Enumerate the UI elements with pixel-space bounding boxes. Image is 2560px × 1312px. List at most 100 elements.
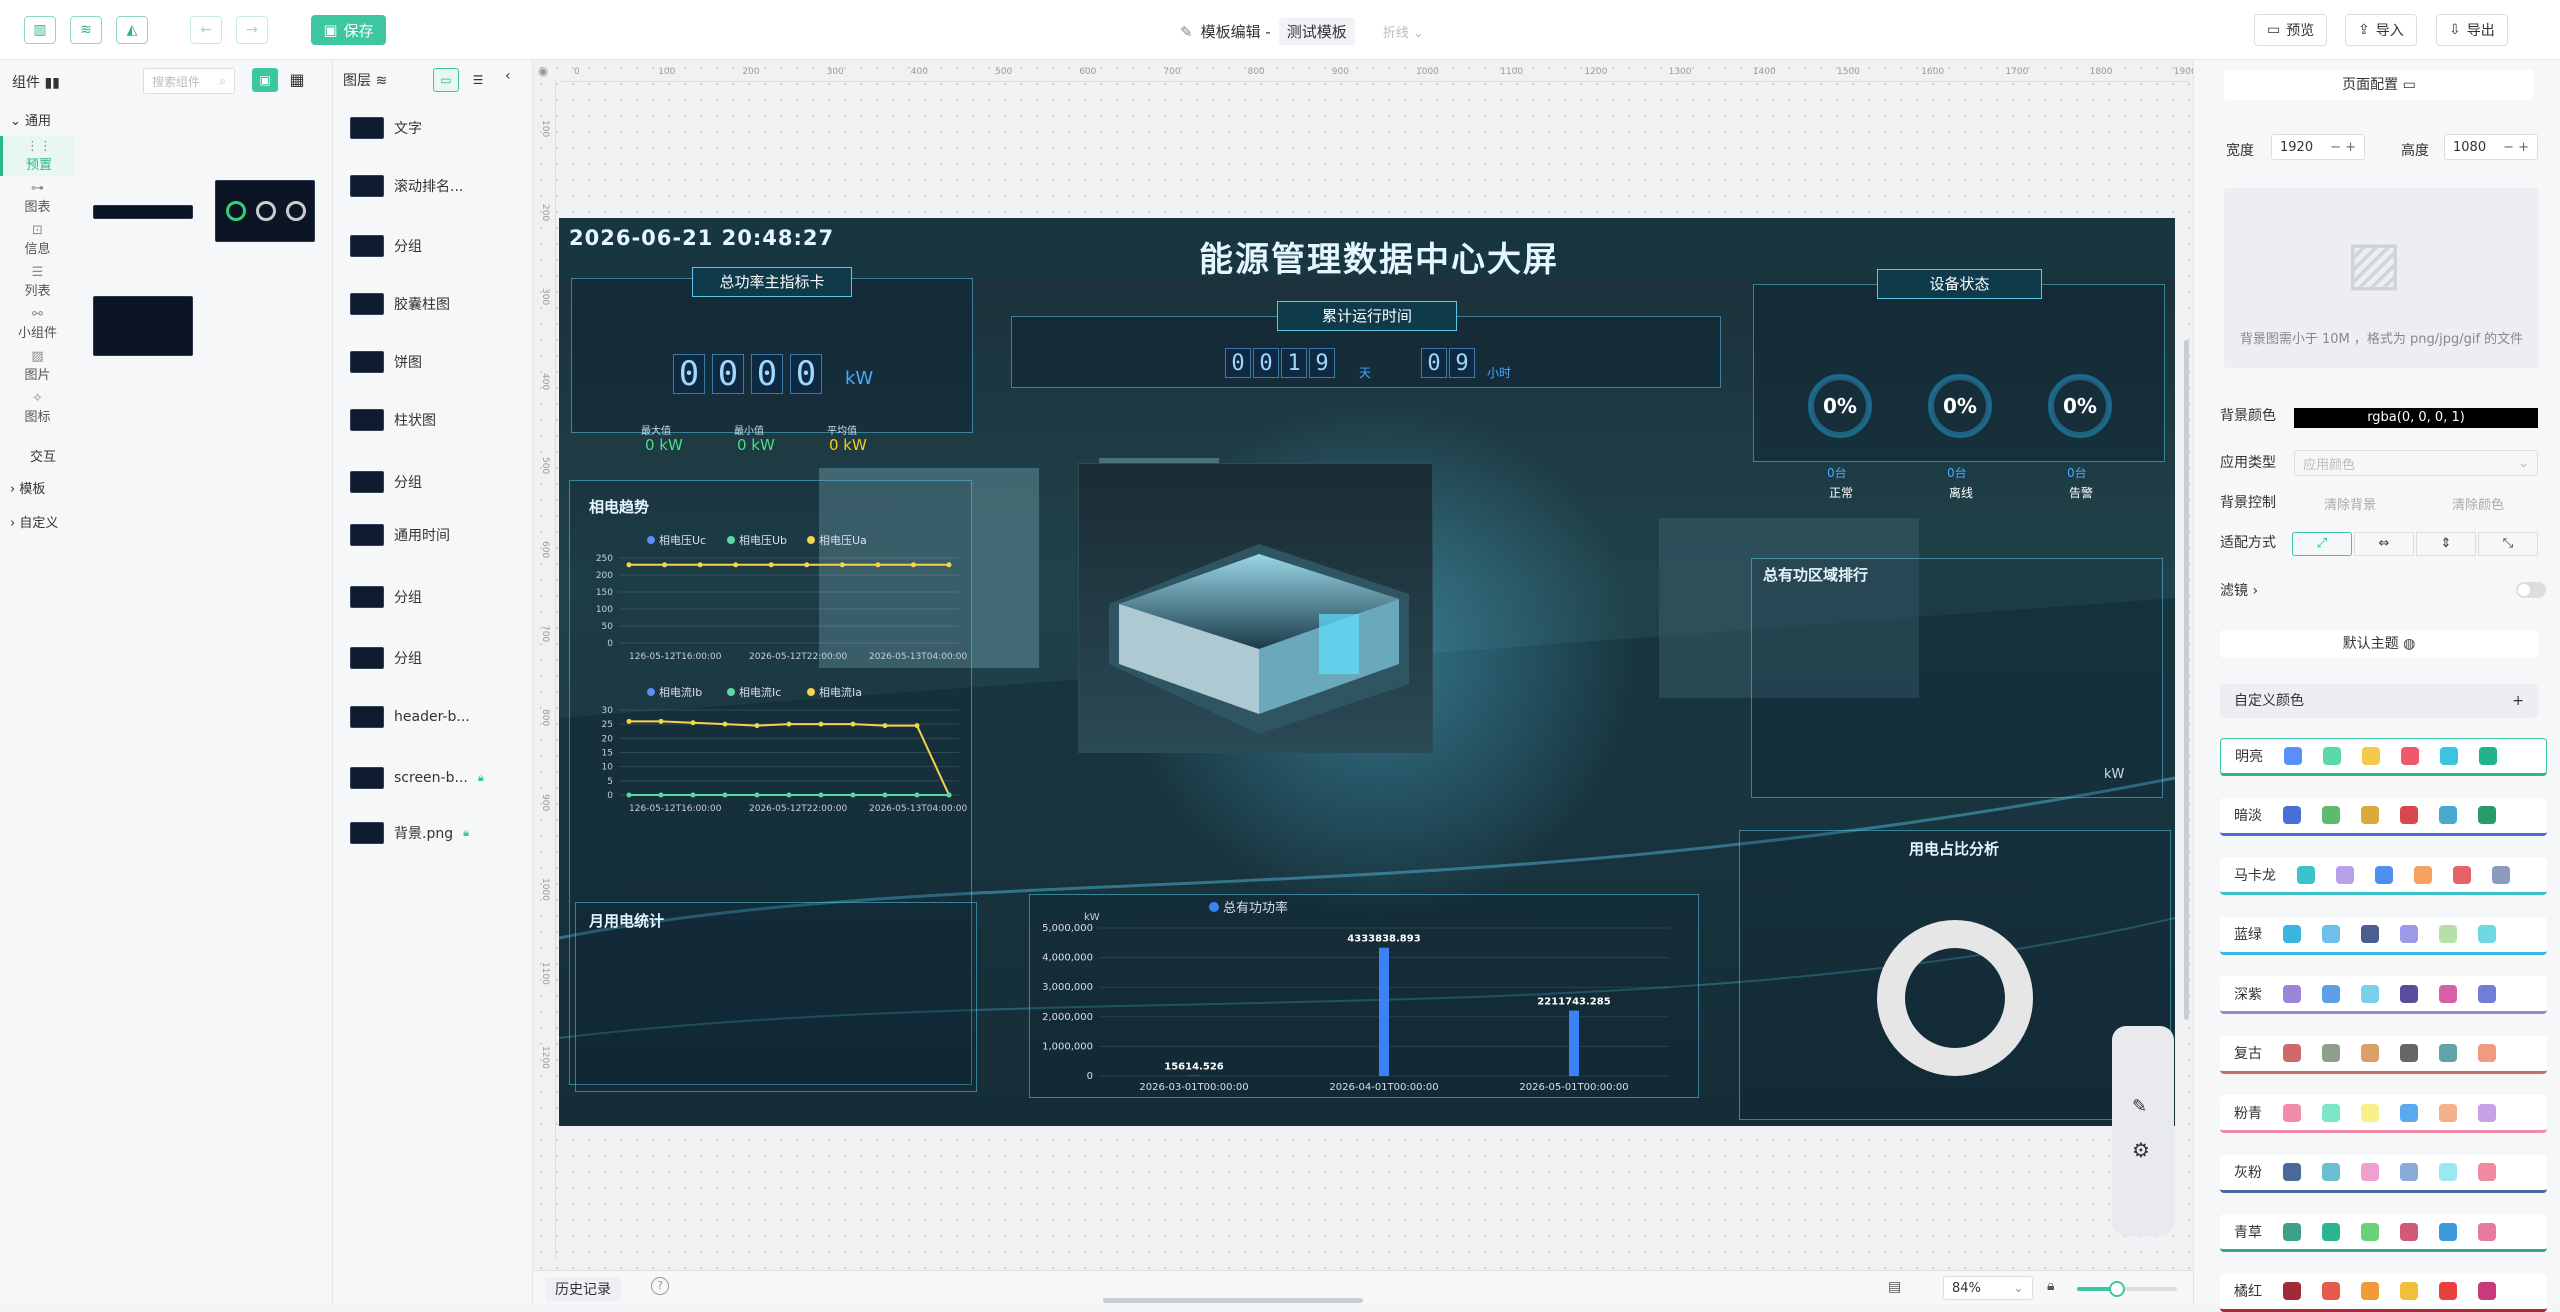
- clear-color-button[interactable]: 清除颜色: [2452, 494, 2504, 513]
- app-type-select[interactable]: 应用颜色⌄: [2294, 450, 2538, 476]
- legend-dot: [807, 536, 815, 544]
- layer-item[interactable]: 背景.png🔒︎: [350, 818, 530, 848]
- power-bar-chart[interactable]: 总有功功率kW01,000,0002,000,0003,000,0004,000…: [1029, 890, 1699, 1100]
- gear-icon[interactable]: ⚙: [2132, 1138, 2150, 1162]
- category-interaction[interactable]: 交互: [30, 446, 56, 465]
- template-name[interactable]: 测试模板: [1279, 18, 1355, 45]
- layer-item[interactable]: 柱状图: [350, 405, 530, 435]
- layer-item[interactable]: 分组: [350, 643, 530, 673]
- category-preset[interactable]: ⋮⋮预置: [0, 136, 75, 176]
- preset-dashboard-thumb[interactable]: [93, 296, 193, 356]
- import-button[interactable]: ⇪导入: [2345, 14, 2417, 46]
- collapse-panel-icon[interactable]: ‹: [505, 68, 511, 84]
- layer-item[interactable]: 通用时间: [350, 520, 530, 550]
- fit-full-icon[interactable]: ⤡: [2478, 532, 2538, 556]
- theme-option[interactable]: 蓝绿: [2220, 917, 2547, 955]
- power-unit: kW: [845, 368, 873, 389]
- device-normal-ring: 0%: [1808, 374, 1872, 438]
- theme-swatch: [2439, 985, 2457, 1003]
- edit-note-icon[interactable]: ✎: [2132, 1096, 2147, 1117]
- zoom-slider-handle[interactable]: [2109, 1281, 2125, 1297]
- fit-mode-label: 适配方式: [2220, 532, 2276, 552]
- layer-item[interactable]: screen-b...🔒︎: [350, 763, 530, 793]
- page-config-tab[interactable]: 页面配置 ▭: [2224, 70, 2534, 100]
- voltage-chart[interactable]: 相电压Uc相电压Ub相电压Ua050100150200250126-05-12T…: [579, 518, 969, 678]
- category-icon[interactable]: ✧图标: [0, 388, 75, 428]
- layer-item[interactable]: 滚动排名...: [350, 171, 530, 201]
- fit-width-icon[interactable]: ⇔: [2354, 532, 2414, 556]
- clear-bg-button[interactable]: 清除背景: [2324, 494, 2376, 513]
- theme-option[interactable]: 复古: [2220, 1036, 2547, 1074]
- bg-color-picker[interactable]: rgba(0, 0, 0, 1): [2294, 408, 2538, 428]
- category-info[interactable]: ⊡信息: [0, 220, 75, 260]
- help-icon[interactable]: ?: [651, 1277, 669, 1295]
- layer-list-view-icon[interactable]: ☰: [465, 68, 491, 92]
- category-common[interactable]: ⌄ 通用: [10, 110, 51, 129]
- default-theme-button[interactable]: 默认主题 ◍: [2220, 630, 2538, 658]
- theme-option[interactable]: 暗淡: [2220, 798, 2547, 836]
- vertical-scrollbar[interactable]: [2184, 340, 2189, 1020]
- current-chart[interactable]: 相电流Ib相电流Ic相电流Ia051015202530126-05-12T16:…: [579, 670, 969, 830]
- theme-option[interactable]: 深紫: [2220, 976, 2547, 1014]
- layer-item[interactable]: 饼图: [350, 347, 530, 377]
- category-widget[interactable]: ⚯小组件: [0, 304, 75, 344]
- preview-button[interactable]: ▭预览: [2254, 14, 2327, 46]
- layer-item[interactable]: 分组: [350, 582, 530, 612]
- layer-item[interactable]: 胶囊柱图: [350, 289, 530, 319]
- layer-item[interactable]: 分组: [350, 231, 530, 261]
- minimap-icon[interactable]: ▤: [1888, 1279, 1901, 1295]
- horizontal-scrollbar[interactable]: [1103, 1298, 1363, 1303]
- collapse-select[interactable]: 折线 ⌄: [1383, 22, 1424, 41]
- theme-name: 明亮: [2235, 746, 2263, 766]
- layer-panel-toggle-icon[interactable]: ≋: [70, 16, 102, 44]
- filter-switch[interactable]: [2516, 582, 2546, 598]
- redo-icon[interactable]: →: [236, 16, 268, 44]
- filter-toggle[interactable]: 滤镜 ›: [2220, 580, 2258, 600]
- category-template[interactable]: › 模板: [10, 478, 45, 497]
- preset-header-thumb[interactable]: [93, 205, 193, 219]
- layer-item[interactable]: header-b...: [350, 702, 530, 732]
- lock-icon[interactable]: 🔒︎: [2047, 1278, 2054, 1294]
- history-button[interactable]: 历史记录: [545, 1277, 621, 1301]
- theme-option[interactable]: 灰粉: [2220, 1155, 2547, 1193]
- export-button[interactable]: ⇩导出: [2436, 14, 2508, 46]
- theme-option[interactable]: 马卡龙: [2220, 857, 2547, 895]
- category-custom[interactable]: › 自定义: [10, 512, 58, 531]
- component-search-input[interactable]: 搜索组件⌕: [143, 68, 235, 94]
- bg-upload-area[interactable]: ▨ 背景图需小于 10M ，格式为 png/jpg/gif 的文件: [2224, 188, 2539, 368]
- layer-item[interactable]: 文字: [350, 113, 530, 143]
- ratio-title: 用电占比分析: [1909, 838, 1999, 859]
- ratio-donut-chart[interactable]: [1875, 918, 2035, 1078]
- theme-option[interactable]: 青草: [2220, 1214, 2547, 1252]
- width-input[interactable]: 1920− +: [2271, 134, 2365, 160]
- theme-option[interactable]: 橘红: [2220, 1274, 2547, 1312]
- eye-icon[interactable]: ◉: [538, 64, 548, 78]
- category-chart[interactable]: ⊶图表: [0, 178, 75, 218]
- zoom-select[interactable]: 84%⌄: [1943, 1276, 2033, 1300]
- lock-icon[interactable]: 🔒︎: [478, 771, 484, 785]
- layer-thumb-view-icon[interactable]: ▭: [433, 68, 459, 92]
- theme-option[interactable]: 明亮: [2220, 738, 2547, 776]
- zoom-slider[interactable]: [2077, 1287, 2177, 1291]
- preset-gauge-thumb[interactable]: [215, 180, 315, 242]
- undo-icon[interactable]: ←: [190, 16, 222, 44]
- layer-item[interactable]: 分组: [350, 467, 530, 497]
- custom-color-row[interactable]: 自定义颜色+: [2220, 684, 2538, 718]
- detail-panel-toggle-icon[interactable]: ◭: [116, 16, 148, 44]
- category-image[interactable]: ▨图片: [0, 346, 75, 386]
- device-status-title: 设备状态: [1877, 269, 2042, 299]
- fit-height-icon[interactable]: ⇕: [2416, 532, 2476, 556]
- view-card-icon[interactable]: ▣: [252, 68, 278, 92]
- lock-icon[interactable]: 🔒︎: [463, 826, 469, 840]
- fit-auto-icon[interactable]: ⤢: [2292, 532, 2352, 556]
- category-list[interactable]: ☰列表: [0, 262, 75, 302]
- dashboard-screen[interactable]: 2026-06-21 20:48:27 能源管理数据中心大屏 总功率主指标卡 0…: [559, 218, 2175, 1126]
- theme-option[interactable]: 粉青: [2220, 1095, 2547, 1133]
- height-input[interactable]: 1080− +: [2444, 134, 2538, 160]
- device-offline-label: 离线: [1949, 484, 1973, 501]
- save-button[interactable]: ▣保存: [311, 15, 386, 45]
- view-grid-icon[interactable]: ▦: [284, 68, 310, 92]
- region-rank-panel[interactable]: [1751, 558, 2163, 798]
- y-tick-label: 200: [596, 571, 613, 581]
- chart-panel-toggle-icon[interactable]: ▥: [24, 16, 56, 44]
